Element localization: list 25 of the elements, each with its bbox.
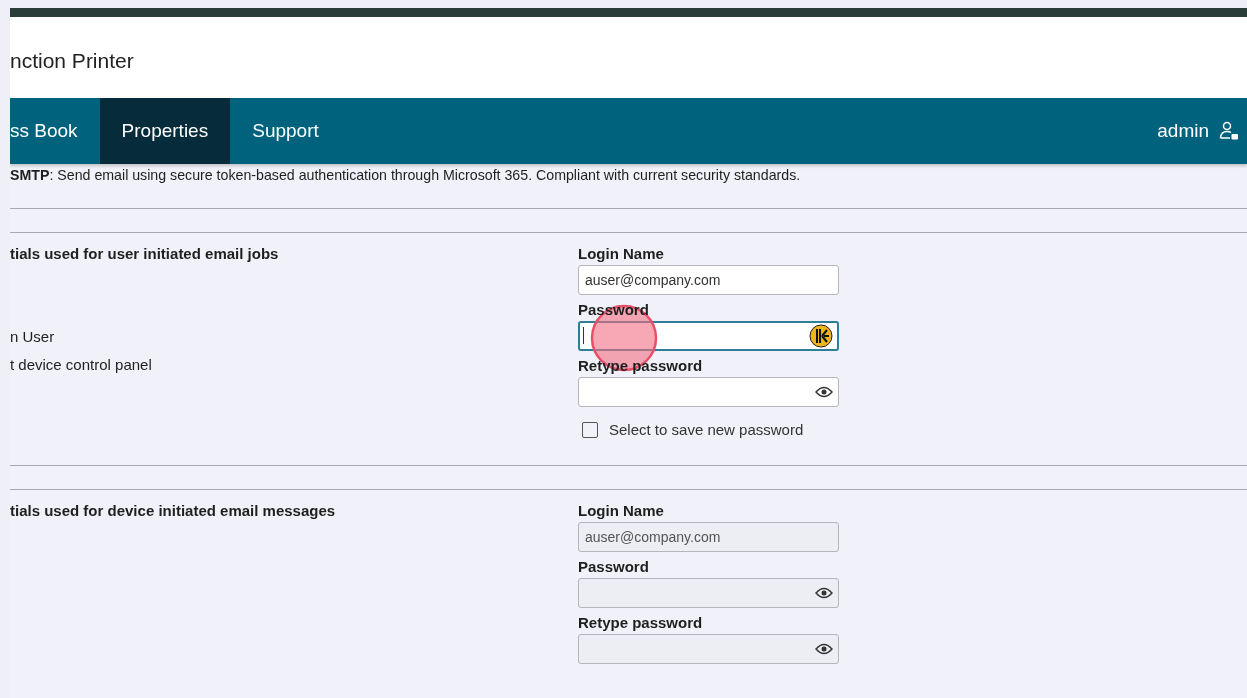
- field-label: Password: [578, 301, 650, 319]
- eye-icon[interactable]: [815, 587, 833, 599]
- note-text: t device control panel: [10, 355, 153, 374]
- keyhole-badge-icon[interactable]: [809, 324, 833, 348]
- input-field[interactable]: [578, 321, 839, 351]
- section-heading: tials used for device initiated email messages: [10, 502, 337, 520]
- nav-tab[interactable]: Support: [230, 98, 341, 164]
- app-title: nction Printer: [10, 48, 134, 73]
- checkbox[interactable]: [582, 421, 598, 438]
- input-field[interactable]: [578, 377, 839, 407]
- field-label: Login Name: [578, 245, 665, 263]
- field-label: Password: [578, 558, 650, 576]
- checkbox-label: Select to save new password: [609, 421, 804, 438]
- user-lock-icon: [1219, 121, 1239, 141]
- field-label: Retype password: [578, 614, 704, 632]
- nav-tab[interactable]: Properties: [99, 98, 231, 164]
- nav-tab[interactable]: ss Book: [10, 98, 100, 164]
- field-label: Login Name: [578, 502, 665, 520]
- user-menu[interactable]: admin: [1157, 98, 1247, 164]
- description-text: SMTP: Send email using secure token-based authentication through Microsoft 365. Compliant with current security standards.: [10, 166, 802, 185]
- eye-icon[interactable]: [815, 643, 833, 655]
- section-heading: tials used for user initiated email jobs: [10, 245, 280, 263]
- note-text: n User: [10, 327, 56, 346]
- eye-icon[interactable]: [815, 386, 833, 398]
- input-field[interactable]: auser@company.com: [578, 265, 839, 295]
